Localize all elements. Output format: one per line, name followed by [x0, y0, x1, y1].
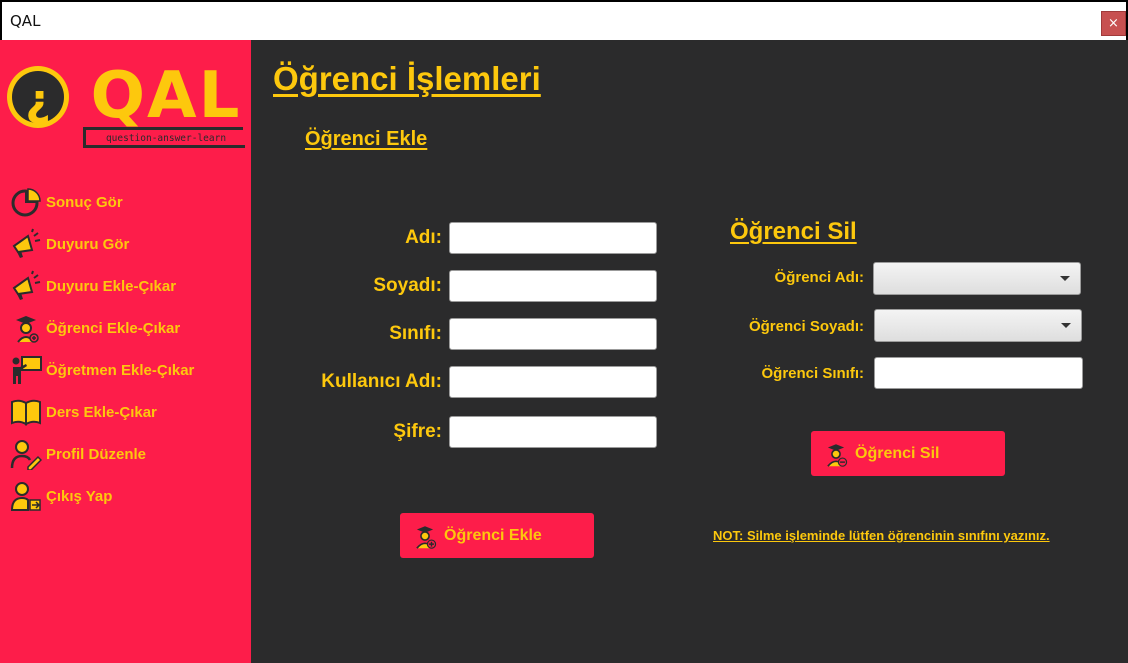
- user-edit-icon: [10, 440, 42, 470]
- username-input[interactable]: [449, 366, 657, 398]
- graduate-add-icon: [416, 525, 437, 549]
- sidebar-item-ogrenci-ekle-cikar[interactable]: Öğrenci Ekle-Çıkar: [10, 312, 245, 344]
- sidebar-item-duyuru-gor[interactable]: Duyuru Gör: [10, 228, 245, 260]
- open-book-icon: [11, 399, 41, 426]
- sidebar-item-label: Ders Ekle-Çıkar: [46, 403, 157, 421]
- sidebar-item-duyuru-ekle-cikar[interactable]: Duyuru Ekle-Çıkar: [10, 270, 245, 302]
- student-name-label: Öğrenci Adı:: [774, 269, 864, 286]
- page-title: Öğrenci İşlemleri: [273, 60, 541, 97]
- sidebar-item-label: Öğrenci Ekle-Çıkar: [46, 319, 181, 337]
- megaphone-icon: [12, 228, 41, 258]
- sidebar: ¿ QAL question-answer-learn Sonuç Gör Du…: [0, 40, 251, 663]
- sidebar-item-label: Öğretmen Ekle-Çıkar: [46, 361, 195, 379]
- student-surname-label: Öğrenci Soyadı:: [748, 318, 864, 335]
- delete-student-button[interactable]: Öğrenci Sil: [811, 431, 1005, 476]
- sidebar-item-label: Profil Düzenle: [46, 445, 147, 463]
- delete-section-title: Öğrenci Sil: [730, 218, 857, 245]
- delete-student-button-label: Öğrenci Sil: [855, 444, 940, 462]
- first-name-input[interactable]: [449, 222, 657, 254]
- logo-tagline: question-answer-learn: [106, 133, 226, 144]
- last-name-label: Soyadı:: [373, 275, 442, 296]
- last-name-input[interactable]: [449, 270, 657, 302]
- student-surname-select[interactable]: [874, 309, 1082, 342]
- add-section-title: Öğrenci Ekle: [305, 128, 428, 150]
- sidebar-item-label: Çıkış Yap: [46, 487, 113, 505]
- sidebar-item-label: Duyuru Ekle-Çıkar: [46, 277, 177, 295]
- sidebar-item-label: Sonuç Gör: [46, 193, 123, 211]
- graduate-icon: [16, 316, 39, 343]
- sidebar-item-cikis-yap[interactable]: Çıkış Yap: [10, 480, 245, 512]
- add-student-button[interactable]: Öğrenci Ekle: [400, 513, 594, 558]
- delete-note: NOT: Silme işleminde lütfen öğrencinin s…: [713, 528, 1050, 543]
- chevron-down-icon: [1061, 323, 1071, 328]
- sidebar-item-ogretmen-ekle-cikar[interactable]: Öğretmen Ekle-Çıkar: [10, 354, 245, 386]
- main-panel: Öğrenci İşlemleri Öğrenci Ekle Adı: Soya…: [251, 40, 1128, 663]
- teacher-board-icon: [12, 356, 42, 384]
- add-student-button-label: Öğrenci Ekle: [444, 526, 542, 544]
- username-label: Kullanıcı Adı:: [321, 371, 442, 392]
- student-class-label: Öğrenci Sınıfı:: [761, 365, 864, 382]
- chevron-down-icon: [1060, 276, 1070, 281]
- window-title: QAL: [10, 12, 41, 30]
- password-label: Şifre:: [393, 421, 442, 442]
- student-name-select[interactable]: [873, 262, 1081, 295]
- class-label: Sınıfı:: [389, 323, 442, 344]
- qal-logo: ¿ QAL question-answer-learn: [7, 63, 245, 148]
- sidebar-item-sonuc-gor[interactable]: Sonuç Gör: [10, 186, 245, 218]
- student-class-input[interactable]: [874, 357, 1083, 389]
- sidebar-item-label: Duyuru Gör: [46, 235, 130, 253]
- sidebar-item-profil-duzenle[interactable]: Profil Düzenle: [10, 438, 245, 470]
- logo-mark: ¿: [25, 75, 51, 126]
- password-input[interactable]: [449, 416, 657, 448]
- pie-chart-icon: [11, 188, 41, 217]
- window-titlebar: QAL ×: [0, 0, 1128, 40]
- logo-text: QAL: [91, 63, 242, 133]
- class-input[interactable]: [449, 318, 657, 350]
- close-button[interactable]: ×: [1101, 11, 1126, 36]
- graduate-remove-icon: [827, 443, 848, 467]
- first-name-label: Adı:: [405, 227, 442, 248]
- user-logout-icon: [10, 482, 41, 511]
- sidebar-item-ders-ekle-cikar[interactable]: Ders Ekle-Çıkar: [10, 396, 245, 428]
- megaphone-icon: [12, 270, 41, 300]
